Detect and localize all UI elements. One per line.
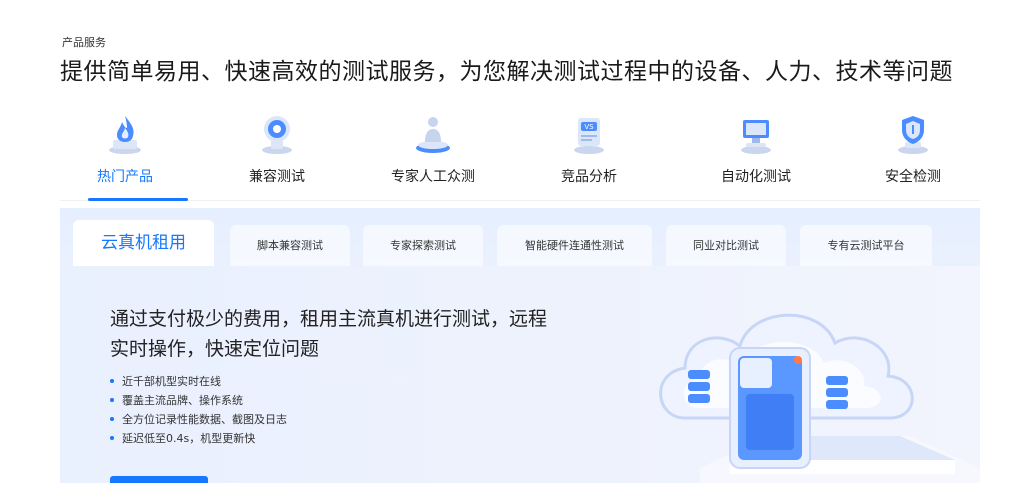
webcam-icon	[262, 116, 292, 154]
list-item: 全方位记录性能数据、截图及日志	[110, 410, 287, 429]
category-label: 竞品分析	[561, 169, 617, 185]
category-label: 自动化测试	[721, 169, 791, 185]
category-label: 专家人工众测	[391, 169, 475, 185]
cta-button[interactable]	[110, 476, 208, 483]
page-headline: 提供简单易用、快速高效的测试服务，为您解决测试过程中的设备、人力、技术等问题	[60, 59, 953, 85]
list-item: 近千部机型实时在线	[110, 372, 287, 391]
robot-computer-icon	[741, 120, 771, 154]
fire-trophy-icon	[109, 116, 141, 154]
cloud-phone-illustration	[659, 313, 980, 483]
expert-person-icon	[416, 117, 450, 153]
active-category-indicator	[88, 198, 188, 201]
tab-cloud-device-rental[interactable]: 云真机租用	[73, 220, 214, 268]
category-nav: 热门产品 兼容测试 专家人工众测 VS 竞品分析 自动化测试 安全检测	[60, 112, 980, 202]
feature-list: 近千部机型实时在线 覆盖主流品牌、操作系统 全方位记录性能数据、截图及日志 延迟…	[110, 372, 287, 448]
category-security-check[interactable]: 安全检测	[853, 112, 973, 186]
panel-title: 通过支付极少的费用，租用主流真机进行测试，远程实时操作，快速定位问题	[110, 308, 548, 360]
tab-peer-comparison-test[interactable]: 同业对比测试	[666, 225, 786, 267]
tab-expert-exploratory-test[interactable]: 专家探索测试	[363, 225, 483, 267]
svg-text:VS: VS	[584, 123, 594, 131]
vs-document-icon: VS	[574, 118, 604, 154]
tab-script-compat-test[interactable]: 脚本兼容测试	[230, 225, 350, 267]
tab-smart-hardware-test[interactable]: 智能硬件连通性测试	[497, 225, 652, 267]
product-tabs: 云真机租用 脚本兼容测试 专家探索测试 智能硬件连通性测试 同业对比测试 专有云…	[60, 208, 980, 268]
category-divider	[60, 200, 980, 201]
list-item: 延迟低至0.4s，机型更新快	[110, 429, 287, 448]
eyebrow-label: 产品服务	[62, 36, 106, 49]
shield-icon	[898, 116, 928, 154]
category-compat-test[interactable]: 兼容测试	[217, 112, 337, 186]
category-hot-products[interactable]: 热门产品	[65, 112, 185, 186]
category-label: 兼容测试	[249, 169, 305, 185]
category-label: 安全检测	[885, 169, 941, 185]
product-panel: 云真机租用 脚本兼容测试 专家探索测试 智能硬件连通性测试 同业对比测试 专有云…	[60, 208, 980, 483]
category-competitor-analysis[interactable]: VS 竞品分析	[529, 112, 649, 186]
category-expert-crowdtest[interactable]: 专家人工众测	[373, 112, 493, 186]
category-label: 热门产品	[97, 169, 153, 185]
list-item: 覆盖主流品牌、操作系统	[110, 391, 287, 410]
category-automation-test[interactable]: 自动化测试	[696, 112, 816, 186]
tab-private-cloud-platform[interactable]: 专有云测试平台	[800, 225, 932, 267]
